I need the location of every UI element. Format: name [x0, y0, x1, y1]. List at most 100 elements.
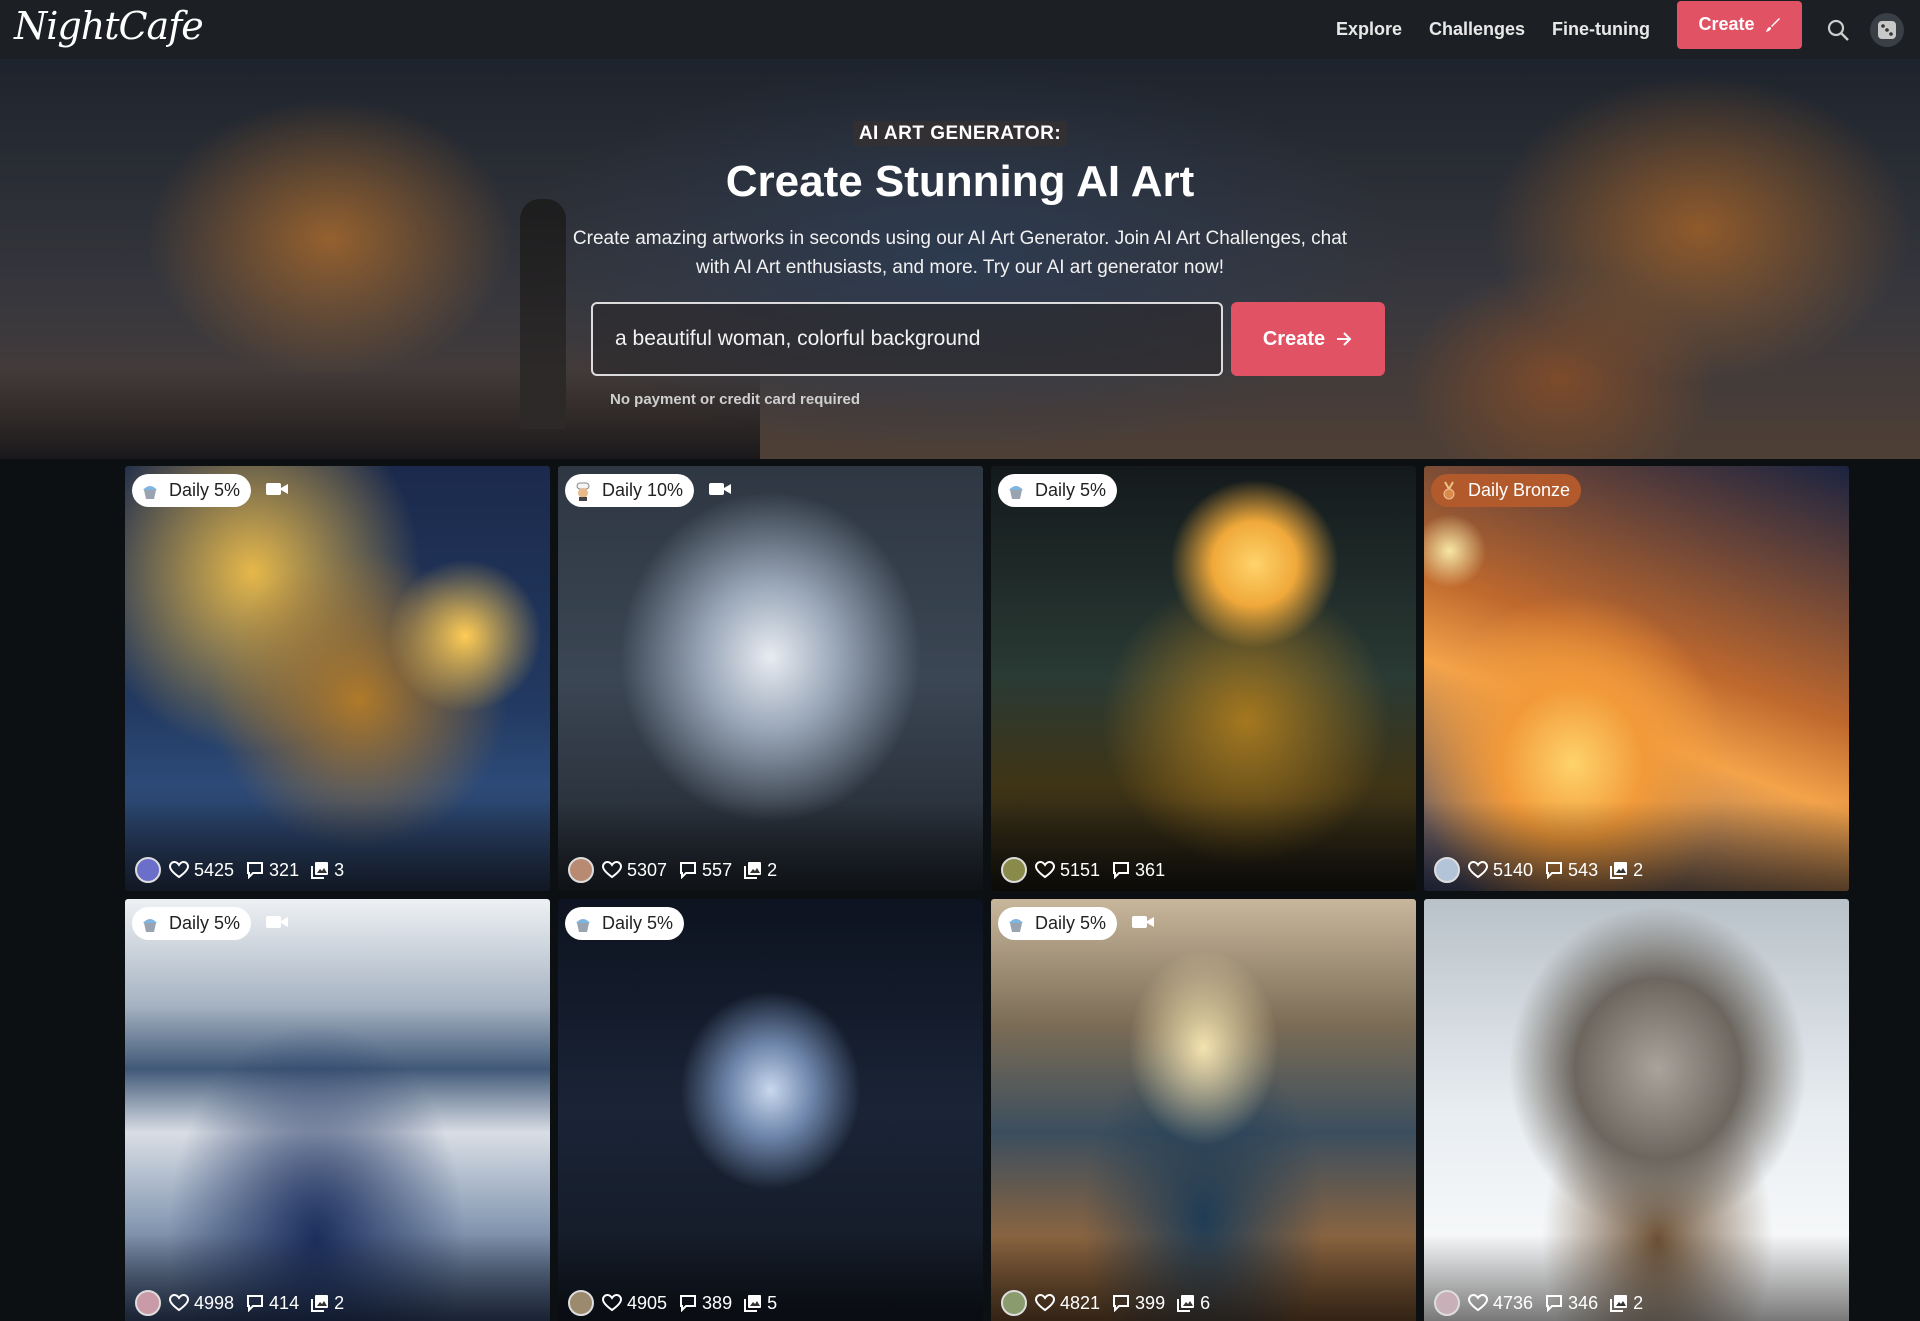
- likes[interactable]: 4821: [1035, 1293, 1100, 1314]
- images[interactable]: 3: [311, 860, 344, 881]
- card-stats: 4736 346 2: [1434, 1290, 1647, 1316]
- artwork-card[interactable]: Daily 5% 4998 414 2: [125, 899, 550, 1321]
- likes-count: 5425: [194, 859, 235, 880]
- artwork-card[interactable]: 4736 346 2: [1424, 899, 1849, 1321]
- images-icon: [1177, 1295, 1195, 1312]
- nav-links: Explore Challenges Fine-tuning Create: [1336, 0, 1920, 59]
- images[interactable]: 2: [1610, 1293, 1643, 1314]
- nav-challenges-link[interactable]: Challenges: [1429, 19, 1525, 40]
- likes[interactable]: 5140: [1468, 860, 1533, 881]
- heart-icon: [1468, 861, 1488, 879]
- likes-count: 4736: [1493, 1292, 1534, 1313]
- comments-count: 414: [269, 1292, 300, 1313]
- creator-avatar[interactable]: [1434, 857, 1460, 883]
- images-icon: [1610, 1295, 1628, 1312]
- likes-count: 4821: [1060, 1292, 1101, 1313]
- prompt-input[interactable]: [591, 302, 1223, 376]
- images-count: 5: [767, 1292, 778, 1313]
- images[interactable]: 2: [311, 1293, 344, 1314]
- nightcafe-logo[interactable]: NightCafe: [14, 4, 204, 48]
- hero-description: Create amazing artworks in seconds using…: [572, 228, 1348, 278]
- challenge-badge[interactable]: Daily 5%: [565, 907, 685, 940]
- comments[interactable]: 399: [1112, 1293, 1165, 1314]
- artwork-card[interactable]: Daily 5% 5151 361: [991, 466, 1416, 891]
- comments[interactable]: 389: [679, 1293, 732, 1314]
- comments[interactable]: 346: [1545, 1293, 1598, 1314]
- hero-eyebrow: AI ART GENERATOR:: [0, 121, 1920, 146]
- images[interactable]: 5: [744, 1293, 777, 1314]
- likes[interactable]: 4736: [1468, 1293, 1533, 1314]
- heart-icon: [1035, 861, 1055, 879]
- comments[interactable]: 414: [246, 1293, 299, 1314]
- arrow-right-icon: [1337, 332, 1352, 346]
- cupcake-icon: [1005, 480, 1027, 502]
- artwork-card[interactable]: Daily 5% 4905 389 5: [558, 899, 983, 1321]
- likes[interactable]: 4905: [602, 1293, 667, 1314]
- card-stats: 5140 543 2: [1434, 857, 1647, 883]
- likes-count: 4905: [627, 1292, 668, 1313]
- images-icon: [744, 862, 762, 879]
- likes[interactable]: 5425: [169, 860, 234, 881]
- video-icon: [1131, 913, 1157, 933]
- images-count: 2: [334, 1292, 345, 1313]
- artwork-card[interactable]: Daily 10% 5307 557 2: [558, 466, 983, 891]
- images[interactable]: 2: [744, 860, 777, 881]
- creator-avatar[interactable]: [135, 1290, 161, 1316]
- challenge-badge[interactable]: Daily 5%: [998, 907, 1118, 940]
- challenge-badge[interactable]: Daily 5%: [132, 907, 252, 940]
- artwork-card[interactable]: Daily 5% 5425 321 3: [125, 466, 550, 891]
- challenge-badge[interactable]: Daily 5%: [132, 474, 252, 507]
- nav-fine-tuning-link[interactable]: Fine-tuning: [1552, 19, 1650, 40]
- video-icon: [265, 480, 291, 500]
- images-icon: [744, 1295, 762, 1312]
- images-count: 2: [1633, 859, 1644, 880]
- comment-icon: [1546, 1295, 1563, 1312]
- cupcake-icon: [139, 913, 161, 935]
- challenge-badge-label: Daily 5%: [1035, 913, 1107, 933]
- hero-create-button[interactable]: Create: [1231, 302, 1385, 376]
- likes[interactable]: 5307: [602, 860, 667, 881]
- images[interactable]: 6: [1177, 1293, 1210, 1314]
- comments[interactable]: 557: [679, 860, 732, 881]
- images-icon: [311, 1295, 329, 1312]
- comments-count: 321: [269, 859, 300, 880]
- creator-avatar[interactable]: [135, 857, 161, 883]
- challenge-badge-label: Daily 10%: [602, 480, 684, 500]
- creator-avatar[interactable]: [1434, 1290, 1460, 1316]
- cupcake-icon: [1005, 913, 1027, 935]
- likes[interactable]: 5151: [1035, 860, 1100, 881]
- images[interactable]: 2: [1610, 860, 1643, 881]
- creator-avatar[interactable]: [568, 1290, 594, 1316]
- challenge-badge-label: Daily 5%: [169, 480, 241, 500]
- comments-count: 543: [1568, 859, 1599, 880]
- nav-explore-link[interactable]: Explore: [1336, 19, 1402, 40]
- comment-icon: [1113, 1295, 1130, 1312]
- likes[interactable]: 4998: [169, 1293, 234, 1314]
- top-navbar: NightCafe Explore Challenges Fine-tuning…: [0, 0, 1920, 59]
- creator-avatar[interactable]: [1001, 1290, 1027, 1316]
- creator-avatar[interactable]: [568, 857, 594, 883]
- challenge-badge[interactable]: Daily 5%: [998, 474, 1118, 507]
- challenge-badge[interactable]: Daily Bronze: [1431, 474, 1582, 507]
- creator-avatar[interactable]: [1001, 857, 1027, 883]
- card-stats: 5151 361: [1001, 857, 1169, 883]
- challenge-badge-label: Daily 5%: [169, 913, 241, 933]
- nav-create-button[interactable]: Create: [1677, 0, 1802, 49]
- comments[interactable]: 321: [246, 860, 299, 881]
- comment-icon: [1546, 862, 1563, 879]
- heart-icon: [1468, 1294, 1488, 1312]
- artwork-card[interactable]: Daily 5% 4821 399 6: [991, 899, 1416, 1321]
- video-icon: [265, 913, 291, 933]
- challenge-badge-label: Daily 5%: [602, 913, 674, 933]
- search-icon[interactable]: [1822, 14, 1854, 46]
- comments[interactable]: 361: [1112, 860, 1165, 881]
- user-avatar[interactable]: [1870, 12, 1904, 47]
- comments-count: 361: [1135, 859, 1166, 880]
- heart-icon: [169, 861, 189, 879]
- comments[interactable]: 543: [1545, 860, 1598, 881]
- images-icon: [1610, 862, 1628, 879]
- nav-create-label: Create: [1698, 14, 1755, 34]
- challenge-badge[interactable]: Daily 10%: [565, 474, 695, 507]
- comments-count: 557: [702, 859, 733, 880]
- artwork-card[interactable]: Daily Bronze 5140 543 2: [1424, 466, 1849, 891]
